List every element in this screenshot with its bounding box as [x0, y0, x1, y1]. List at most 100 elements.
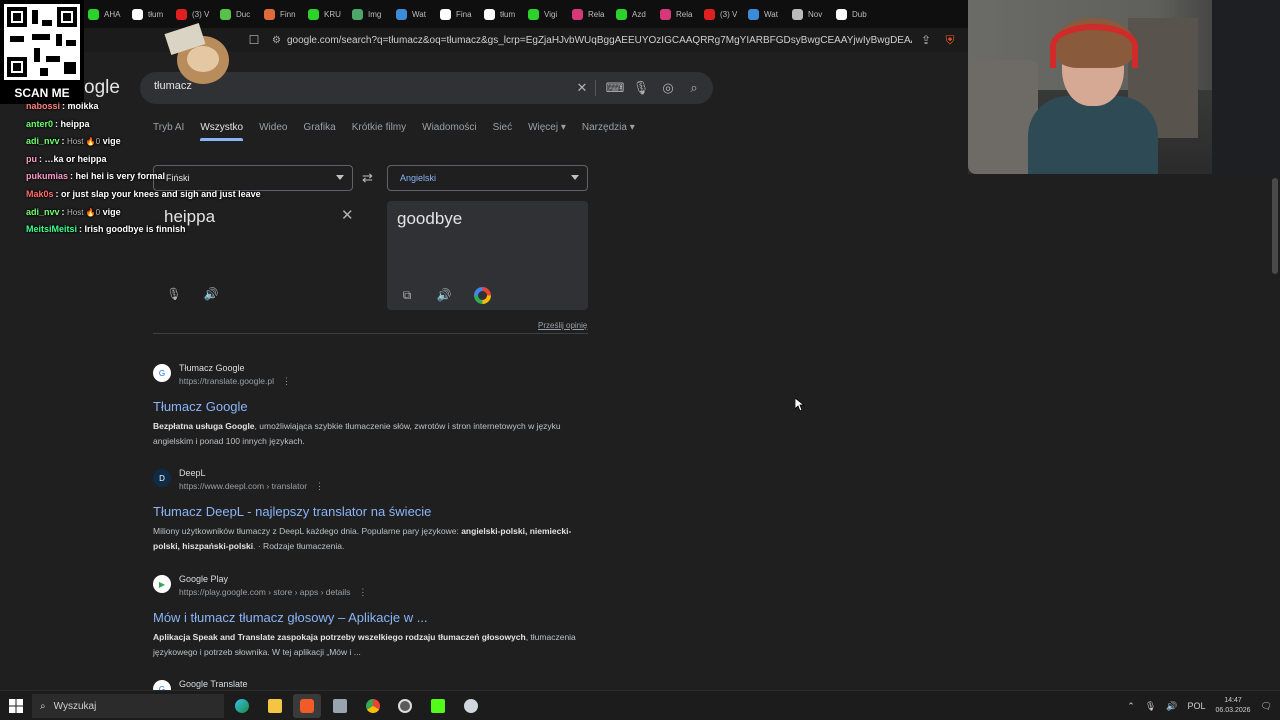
- tab-favicon-icon: [836, 8, 847, 20]
- app-icon[interactable]: [457, 694, 485, 718]
- microphone-icon[interactable]: 🎙: [631, 78, 651, 98]
- taskbar: ⌕ Wyszukaj ⌃ 🎙 🔊 POL 14:47 06.03.2026 🗨: [0, 690, 1280, 720]
- result-title[interactable]: Tłumacz DeepL - najlepszy translator na …: [153, 504, 593, 520]
- windows-start-icon[interactable]: [8, 698, 24, 714]
- file-explorer-app-icon[interactable]: [261, 694, 289, 718]
- site-settings-icon[interactable]: ⚙: [272, 35, 281, 46]
- browser-tab[interactable]: Dub: [832, 3, 876, 25]
- chat-text: heippa: [60, 118, 90, 129]
- brave-shield-icon[interactable]: ⛨: [940, 30, 960, 50]
- target-language-select[interactable]: Angielski: [387, 165, 588, 191]
- send-feedback-link[interactable]: Prześlij opinię: [538, 321, 587, 330]
- clear-source-icon[interactable]: ✕: [341, 206, 354, 224]
- browser-tab[interactable]: (3) V: [700, 3, 744, 25]
- keyboard-icon[interactable]: ⌨: [605, 78, 625, 98]
- browser-tab[interactable]: Wat: [392, 3, 436, 25]
- edge-app-icon[interactable]: [228, 694, 256, 718]
- search-icon[interactable]: ⌕: [684, 78, 704, 98]
- notifications-icon[interactable]: 🗨: [1261, 701, 1272, 712]
- more-options-icon[interactable]: ⋮: [358, 587, 367, 597]
- chat-message: Mak0s: or just slap your knees and sigh …: [26, 188, 261, 199]
- snippet-bold: Aplikacja Speak and Translate zaspokaja …: [153, 632, 526, 642]
- clock[interactable]: 14:47 06.03.2026: [1216, 696, 1251, 716]
- tab-web[interactable]: Sieć: [493, 122, 512, 141]
- tab-label: Nov: [808, 9, 823, 19]
- address-bar[interactable]: ⚙ google.com/search?q=tłumacz&oq=tłumacz…: [272, 32, 912, 48]
- copy-icon[interactable]: ⧉: [399, 287, 415, 303]
- more-options-icon[interactable]: ⋮: [315, 481, 324, 491]
- qr-code: [4, 4, 80, 80]
- target-language-label: Angielski: [400, 173, 437, 183]
- browser-tab[interactable]: Nov: [788, 3, 832, 25]
- lens-icon[interactable]: ◎: [658, 78, 678, 98]
- brave-app-icon[interactable]: [293, 694, 321, 718]
- result-title[interactable]: Mów i tłumacz tłumacz głosowy – Aplikacj…: [153, 610, 593, 626]
- result-url: https://play.google.com › store › apps ›…: [179, 586, 367, 599]
- tab-short-videos[interactable]: Krótkie filmy: [352, 122, 406, 141]
- tab-more[interactable]: Więcej ▾: [528, 122, 566, 141]
- browser-tab[interactable]: tłum: [480, 3, 524, 25]
- input-language[interactable]: POL: [1188, 701, 1206, 711]
- tab-favicon-icon: [572, 8, 583, 20]
- microphone-icon[interactable]: 🎙: [1145, 701, 1156, 712]
- tab-tools-label: Narzędzia: [581, 122, 627, 133]
- browser-tab[interactable]: Finn: [260, 3, 304, 25]
- google-translate-icon[interactable]: [474, 287, 491, 304]
- google-play-favicon-icon: ▶: [153, 575, 171, 593]
- taskbar-search-placeholder: Wyszukaj: [53, 700, 97, 712]
- chat-text: …ka or heippa: [44, 153, 107, 164]
- browser-tab[interactable]: Img: [348, 3, 392, 25]
- screen: AHA tłum (3) V Duc Finn KRU Img Wat Fina tłum Vigi…: [0, 0, 1280, 720]
- result-snippet: Aplikacja Speak and Translate zaspokaja …: [153, 630, 593, 660]
- tab-label: Dub: [852, 9, 867, 19]
- tab-favicon-icon: [352, 8, 363, 20]
- app-icon[interactable]: [391, 694, 419, 718]
- tab-label: Wat: [412, 9, 426, 19]
- tab-label: Fina: [456, 9, 472, 19]
- browser-tab[interactable]: AHA: [84, 3, 128, 25]
- browser-tab[interactable]: Azd: [612, 3, 656, 25]
- clear-search-icon[interactable]: ✕: [572, 78, 592, 98]
- result-snippet: Miliony użytkowników tłumaczy z DeepL ka…: [153, 524, 593, 554]
- tab-news[interactable]: Wiadomości: [422, 122, 476, 141]
- tab-label: Wat: [764, 9, 778, 19]
- more-options-icon[interactable]: ⋮: [282, 376, 291, 386]
- tab-favicon-icon: [616, 8, 627, 20]
- tab-tools[interactable]: Narzędzia ▾: [582, 122, 635, 141]
- bookmark-icon[interactable]: ☐: [244, 30, 264, 50]
- browser-tab[interactable]: Vigi: [524, 3, 568, 25]
- browser-tab[interactable]: Rela: [568, 3, 612, 25]
- tab-label: (3) V: [192, 9, 210, 19]
- result-url: https://www.deepl.com › translator ⋮: [179, 480, 324, 493]
- tab-images[interactable]: Grafika: [303, 122, 335, 141]
- tab-label: Duc: [236, 9, 251, 19]
- volume-icon[interactable]: 🔊: [1166, 701, 1177, 712]
- share-icon[interactable]: ⇪: [916, 30, 936, 50]
- speaker-icon[interactable]: 🔊: [203, 286, 219, 302]
- chat-badge: Host 🔥0: [67, 207, 101, 217]
- swap-languages-icon[interactable]: ⇄: [362, 170, 373, 186]
- speaker-icon[interactable]: 🔊: [436, 287, 452, 303]
- browser-tab[interactable]: Rela: [656, 3, 700, 25]
- browser-tab[interactable]: Fina: [436, 3, 480, 25]
- browser-tab[interactable]: KRU: [304, 3, 348, 25]
- tab-label: Rela: [588, 9, 605, 19]
- tab-favicon-icon: [308, 8, 319, 20]
- taskbar-search[interactable]: ⌕ Wyszukaj: [32, 694, 224, 718]
- chat-text: Irish goodbye is finnish: [84, 224, 186, 235]
- microphone-icon[interactable]: 🎙: [166, 286, 182, 302]
- app-icon[interactable]: [424, 694, 452, 718]
- chat-username: nabossi: [26, 101, 61, 111]
- browser-tab[interactable]: Wat: [744, 3, 788, 25]
- chrome-app-icon[interactable]: [359, 694, 387, 718]
- tab-favicon-icon: [440, 8, 451, 20]
- app-icon[interactable]: [326, 694, 354, 718]
- tab-label: Rela: [676, 9, 693, 19]
- google-logo[interactable]: ogle: [84, 77, 120, 99]
- chat-message: pukumias: hei hei is very formal: [26, 171, 166, 182]
- chat-username: anter0: [26, 118, 54, 129]
- chevron-up-icon[interactable]: ⌃: [1127, 701, 1135, 712]
- scrollbar-thumb[interactable]: [1272, 178, 1278, 274]
- tab-label: Img: [368, 9, 382, 19]
- result-title[interactable]: Tłumacz Google: [153, 399, 593, 415]
